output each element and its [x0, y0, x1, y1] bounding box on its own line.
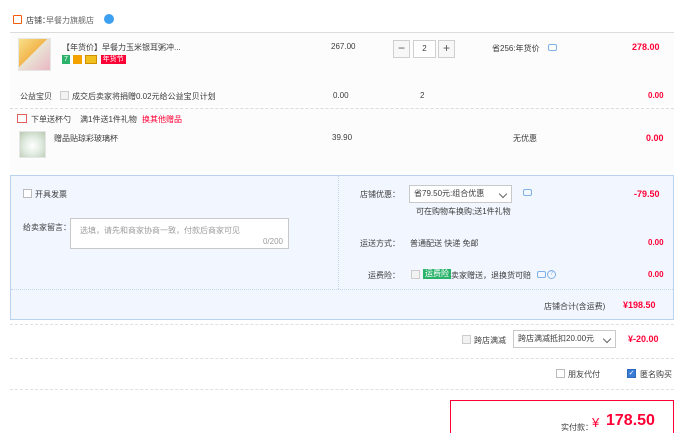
friend-pay-checkbox[interactable] — [556, 369, 565, 378]
chevron-down-icon — [498, 189, 508, 199]
charity-qty: 2 — [420, 91, 425, 100]
product-title-link[interactable]: 【年货价】早餐力玉米银耳粥冲... — [62, 42, 181, 53]
friend-pay-label: 朋友代付 — [568, 370, 600, 379]
tag-new-year-festival: 年货节 — [100, 55, 126, 65]
gift-thumbnail — [19, 131, 46, 158]
invoice-checkbox[interactable] — [23, 189, 32, 198]
divider — [10, 324, 674, 325]
gift-icon — [17, 114, 27, 123]
discount-info-icon[interactable] — [548, 44, 557, 51]
cross-store-checkbox[interactable] — [462, 335, 471, 344]
cross-store-label: 跨店满减 — [474, 336, 506, 345]
gift-header: 下单送杯勺 — [31, 115, 71, 124]
message-placeholder: 选填，请先和商家协商一致，付款后商家可见 — [80, 226, 240, 235]
store-total-amount: ¥198.50 — [623, 300, 656, 310]
gift-price: 39.90 — [332, 133, 353, 142]
charity-price: 0.00 — [333, 91, 349, 100]
gift-promo: 满1件送1件礼物 — [80, 115, 137, 124]
left-options: 开具发票 给卖家留言： 选填，请先和商家协商一致，付款后商家可见 0/200 — [11, 176, 338, 289]
divider — [10, 389, 674, 390]
shop-header: 店铺： 早餐力旗舰店 — [10, 10, 674, 32]
charity-checkbox[interactable] — [60, 91, 69, 100]
anonymous-label: 匿名购买 — [640, 370, 672, 379]
insurance-desc: 卖家赠送，退换货可赔 — [451, 271, 531, 280]
shop-name-link[interactable]: 早餐力旗舰店 — [46, 15, 94, 26]
shop-icon — [13, 15, 22, 24]
gift-discount: 无优惠 — [513, 134, 537, 143]
change-gift-link[interactable]: 换其他赠品 — [142, 114, 182, 125]
cross-store-amount: ¥-20.00 — [628, 334, 659, 344]
store-total-label: 店铺合计(含运费) — [544, 302, 606, 311]
invoice-label: 开具发票 — [35, 190, 67, 199]
store-discount-select[interactable]: 省79.50元:组合优惠 — [409, 185, 512, 203]
wangwang-chat-icon[interactable] — [104, 14, 114, 24]
qty-plus-button[interactable]: + — [438, 40, 455, 58]
pay-currency: ¥ — [592, 415, 600, 430]
store-discount-label: 店铺优惠： — [360, 190, 400, 199]
delivery-amount: 0.00 — [648, 238, 664, 247]
panel-divider — [11, 289, 673, 290]
product-thumbnail[interactable] — [18, 38, 51, 71]
right-options: 店铺优惠： 省79.50元:组合优惠 可在购物车换购;送1件礼物 -79.50 … — [338, 176, 673, 289]
anonymous-checkbox[interactable]: ✓ — [627, 369, 636, 378]
cross-store-select[interactable]: 跨店满减抵扣20.00元 — [513, 330, 616, 348]
credit-card-icon — [85, 55, 98, 65]
message-textarea[interactable]: 选填，请先和商家协商一致，付款后商家可见 0/200 — [70, 218, 289, 249]
divider — [10, 358, 674, 359]
store-discount-amount: -79.50 — [634, 189, 660, 199]
qty-input[interactable]: 2 — [413, 40, 436, 58]
insurance-chat-icon[interactable] — [537, 271, 546, 278]
insurance-badge: 运费险 — [423, 269, 451, 279]
delivery-label: 运送方式： — [360, 239, 400, 248]
message-counter: 0/200 — [262, 237, 283, 246]
insurance-amount: 0.00 — [648, 270, 664, 279]
gift-subtotal: 0.00 — [646, 133, 664, 143]
store-discount-hint: 可在购物车换购;送1件礼物 — [416, 207, 511, 216]
qty-minus-button[interactable]: − — [393, 40, 410, 58]
pay-label: 实付款： — [561, 423, 593, 432]
charity-label: 公益宝贝 — [20, 92, 52, 101]
item-row: 【年货价】早餐力玉米银耳粥冲... 7 年货节 267.00 − 2 + 省25… — [10, 32, 674, 106]
gift-name: 赠品贴琼彩玻璃杯 — [54, 134, 118, 143]
item-subtotal: 278.00 — [632, 42, 660, 52]
message-label: 给卖家留言： — [23, 223, 71, 232]
gift-section: 下单送杯勺 满1件送1件礼物 换其他赠品 赠品贴琼彩玻璃杯 39.90 无优惠 … — [10, 108, 674, 172]
pay-amount: 178.50 — [606, 412, 655, 429]
product-tags: 7 年货节 — [62, 55, 127, 65]
insurance-checkbox[interactable] — [411, 270, 420, 279]
tag-7-day-return: 7 — [62, 55, 70, 65]
discount-help-icon[interactable] — [523, 189, 532, 196]
delivery-value: 普通配送 快递 免邮 — [410, 239, 479, 248]
store-discount-value: 省79.50元:组合优惠 — [414, 189, 485, 198]
unit-price: 267.00 — [331, 42, 356, 51]
help-question-icon[interactable]: ? — [547, 270, 556, 279]
order-options-panel: 开具发票 给卖家留言： 选填，请先和商家协商一致，付款后商家可见 0/200 店… — [10, 175, 674, 320]
chevron-down-icon — [602, 334, 612, 344]
discount-text: 省256:年货价 — [492, 44, 540, 53]
charity-subtotal: 0.00 — [648, 91, 664, 100]
insurance-label: 运费险： — [368, 271, 400, 280]
charity-desc: 成交后卖家将捐赠0.02元给公益宝贝计划 — [72, 92, 216, 101]
payment-summary: 实付款： ¥ 178.50 — [450, 400, 674, 433]
tag-service-icon — [73, 55, 83, 65]
cross-store-value: 跨店满减抵扣20.00元 — [518, 334, 595, 343]
